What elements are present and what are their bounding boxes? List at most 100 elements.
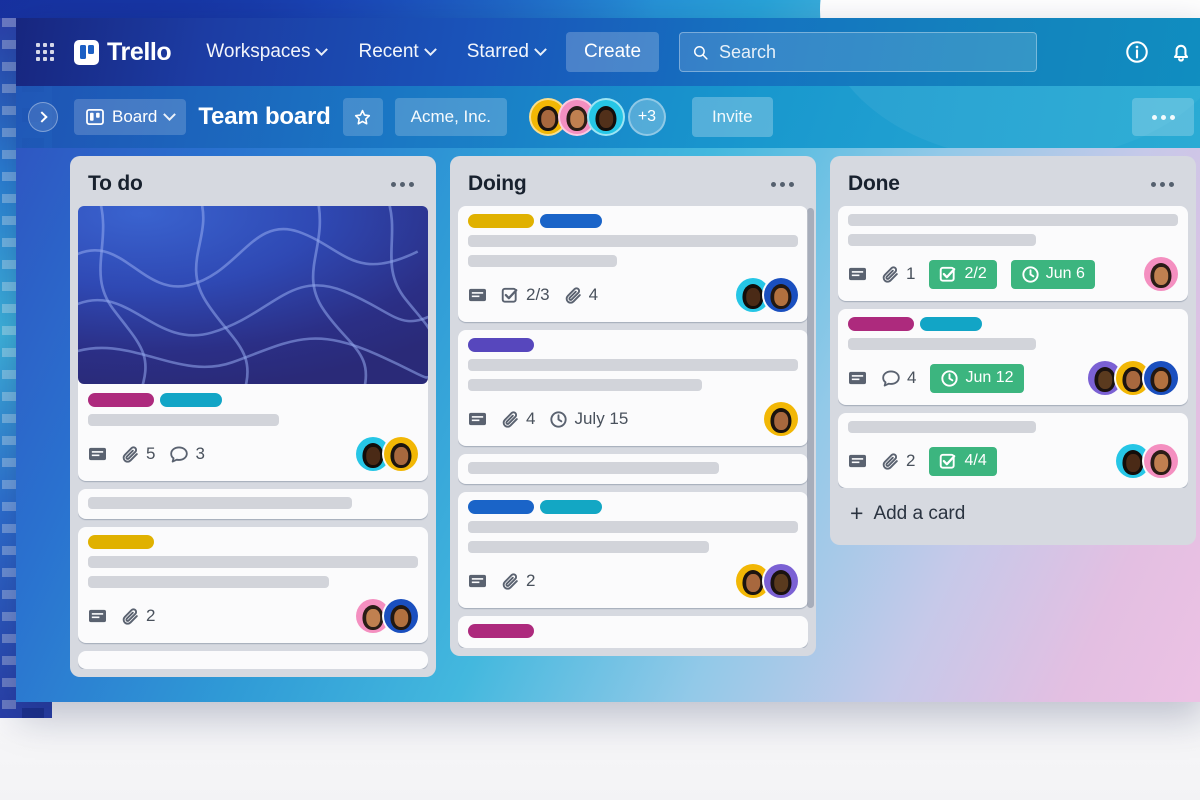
- card-label[interactable]: [848, 317, 914, 331]
- board-view-switcher[interactable]: Board: [74, 99, 187, 135]
- card-badge-clock[interactable]: Jun 12: [930, 363, 1024, 393]
- card-label[interactable]: [468, 624, 534, 638]
- page-title: Team board: [198, 103, 331, 130]
- list-title[interactable]: Doing: [468, 172, 527, 196]
- card-badge-clock[interactable]: Jun 6: [1010, 259, 1095, 289]
- add-card-button[interactable]: + Add a card: [838, 488, 1188, 537]
- avatar-blue[interactable]: [384, 599, 418, 633]
- card[interactable]: 2: [458, 492, 808, 608]
- ellipsis-dot: [1169, 181, 1174, 187]
- list-header: Done: [838, 162, 1188, 206]
- search-input[interactable]: [719, 41, 1025, 63]
- card-labels: [468, 214, 798, 228]
- card-label[interactable]: [468, 338, 534, 352]
- list-title[interactable]: To do: [88, 172, 143, 196]
- grid-apps-icon[interactable]: [36, 43, 54, 61]
- checklist-icon: [939, 265, 958, 284]
- members-overflow-count[interactable]: +3: [627, 98, 666, 136]
- invite-button[interactable]: Invite: [691, 97, 773, 137]
- placeholder-line: [848, 214, 1178, 226]
- card-meta-comment: 3: [169, 444, 205, 464]
- card[interactable]: [458, 454, 808, 484]
- placeholder-line: [88, 497, 352, 509]
- ellipsis-dot: [1160, 114, 1166, 120]
- description-icon: [88, 608, 107, 625]
- avatar-pink[interactable]: [1144, 257, 1178, 291]
- card-title-placeholder: [468, 359, 798, 391]
- placeholder-line: [848, 234, 1037, 246]
- list-menu-button[interactable]: [385, 176, 420, 193]
- info-circle-icon[interactable]: [1124, 39, 1150, 65]
- card-cover-image: [78, 206, 428, 384]
- chevron-down-icon: [315, 42, 329, 56]
- card-badge-checklist[interactable]: 4/4: [929, 446, 997, 476]
- bell-icon[interactable]: [1168, 39, 1194, 65]
- card-meta-clock: July 15: [549, 409, 628, 429]
- avatar-pink[interactable]: [1144, 444, 1178, 478]
- nav-workspaces[interactable]: Workspaces: [195, 34, 337, 70]
- nav-starred[interactable]: Starred: [456, 34, 556, 70]
- avatar-yellow[interactable]: [764, 402, 798, 436]
- card-title-placeholder: [88, 556, 418, 588]
- workspace-chip[interactable]: Acme, Inc.: [394, 98, 507, 136]
- avatar-blue[interactable]: [764, 278, 798, 312]
- list-menu-button[interactable]: [765, 176, 800, 193]
- avatar-face: [394, 447, 408, 465]
- placeholder-line: [468, 462, 719, 474]
- avatar-yellow[interactable]: [384, 437, 418, 471]
- nav-starred-label: Starred: [466, 41, 529, 62]
- card-meta-value: 2: [146, 606, 156, 625]
- card[interactable]: 4 July 15: [458, 330, 808, 446]
- member-3[interactable]: [586, 98, 625, 136]
- avatar-face: [746, 288, 760, 306]
- card[interactable]: 2: [78, 527, 428, 643]
- clock-icon: [940, 369, 959, 388]
- card[interactable]: 53: [78, 206, 428, 481]
- card[interactable]: 2 4/4: [838, 413, 1188, 488]
- card-members: [736, 278, 798, 312]
- description-icon: [848, 266, 867, 283]
- card-label[interactable]: [920, 317, 982, 331]
- trello-logo[interactable]: Trello: [74, 38, 172, 67]
- nav-recent[interactable]: Recent: [347, 34, 445, 70]
- card-label[interactable]: [468, 500, 534, 514]
- list-scrollbar[interactable]: [807, 208, 814, 608]
- star-board-button[interactable]: [342, 98, 383, 136]
- card-label[interactable]: [160, 393, 222, 407]
- sidebar-toggle-button[interactable]: [28, 102, 58, 132]
- search-box[interactable]: [679, 32, 1038, 72]
- card-meta-description: [848, 370, 867, 387]
- card[interactable]: 1 2/2 Jun 6: [838, 206, 1188, 301]
- card-label[interactable]: [88, 535, 154, 549]
- top-navbar: Trello Workspaces Recent Starred Create: [16, 18, 1200, 86]
- ellipsis-dot: [771, 181, 776, 187]
- board-menu-button[interactable]: [1132, 98, 1194, 136]
- list-title[interactable]: Done: [848, 172, 900, 196]
- avatar-face: [541, 110, 555, 128]
- card-title-placeholder: [848, 338, 1178, 350]
- card-labels: [468, 338, 798, 352]
- card-label[interactable]: [88, 393, 154, 407]
- background-decor-bottom: [0, 692, 1200, 800]
- attachment-icon: [121, 607, 140, 626]
- nav-recent-label: Recent: [358, 41, 419, 62]
- avatar-purple[interactable]: [764, 564, 798, 598]
- avatar-blue[interactable]: [1144, 361, 1178, 395]
- create-button[interactable]: Create: [566, 32, 660, 72]
- card-meta-attachment: 2: [501, 571, 535, 591]
- card[interactable]: [78, 651, 428, 669]
- board-view-icon: [86, 109, 104, 125]
- card-label[interactable]: [540, 214, 602, 228]
- card-badge-checklist[interactable]: 2/2: [929, 259, 997, 289]
- list-menu-button[interactable]: [1145, 176, 1180, 193]
- card[interactable]: 4 Jun 12: [838, 309, 1188, 405]
- ellipsis-dot: [391, 181, 396, 187]
- avatar-face: [1098, 371, 1112, 389]
- card[interactable]: 2/3 4: [458, 206, 808, 322]
- card-meta-value: 4: [526, 409, 536, 428]
- card[interactable]: [458, 616, 808, 648]
- card-label[interactable]: [468, 214, 534, 228]
- card-meta-description: [88, 446, 107, 463]
- card[interactable]: [78, 489, 428, 519]
- card-label[interactable]: [540, 500, 602, 514]
